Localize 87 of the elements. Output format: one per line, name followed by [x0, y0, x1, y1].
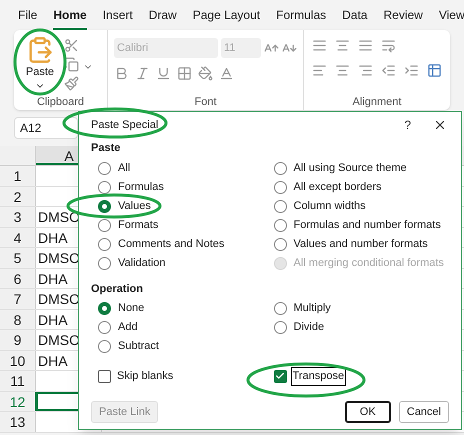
row-header[interactable]: 1: [0, 166, 36, 186]
radio-label: Comments and Notes: [118, 236, 224, 252]
paintbrush-icon[interactable]: [64, 76, 79, 91]
radio-label: All except borders: [294, 180, 382, 195]
name-box[interactable]: A12: [14, 117, 78, 139]
dialog-title: Paste Special: [91, 118, 158, 133]
top-align-icon[interactable]: [312, 38, 327, 53]
radio-label: Validation: [118, 256, 166, 271]
menu-tab[interactable]: Insert: [102, 6, 133, 30]
checkbox[interactable]: [98, 370, 111, 383]
radio-button[interactable]: [274, 218, 286, 232]
row-header[interactable]: 8: [0, 310, 36, 329]
dialog-button[interactable]: Cancel: [398, 401, 449, 423]
radio-button[interactable]: [98, 340, 111, 353]
row-header[interactable]: 10: [0, 350, 36, 370]
indent-increase-icon[interactable]: [404, 63, 419, 78]
paste-button[interactable]: Paste: [20, 36, 60, 90]
row-header[interactable]: 11: [0, 371, 36, 390]
row-header[interactable]: 9: [0, 330, 36, 350]
row-header[interactable]: 5: [0, 248, 36, 268]
underline-icon[interactable]: [156, 66, 171, 81]
row-header[interactable]: 12: [0, 392, 36, 411]
radio-label: Subtract: [118, 339, 159, 354]
indent-decrease-icon[interactable]: [381, 63, 396, 78]
radio-label: Values: [118, 198, 151, 214]
row-header[interactable]: 7: [0, 289, 36, 308]
font-color-icon[interactable]: [218, 66, 234, 81]
borders-icon[interactable]: [176, 66, 192, 81]
radio-label: None: [118, 301, 144, 316]
row-header[interactable]: 3: [0, 207, 36, 226]
highlight-ellipse: [14, 28, 66, 96]
wrap-text-icon[interactable]: [381, 38, 396, 53]
radio-button[interactable]: [274, 180, 286, 194]
radio-label: Formats: [118, 218, 158, 233]
radio-label: Formulas: [118, 180, 164, 195]
radio-label: All using Source theme: [294, 160, 407, 176]
checkbox[interactable]: [274, 370, 286, 383]
row-header[interactable]: 2: [0, 186, 36, 206]
menu-tab[interactable]: Review: [383, 6, 423, 30]
row-header[interactable]: 4: [0, 228, 36, 247]
checkbox-label: Skip blanks: [116, 369, 174, 384]
fill-color-icon[interactable]: [198, 66, 213, 81]
radio-label: Column widths: [294, 198, 366, 214]
radio-button[interactable]: [98, 238, 111, 250]
radio-button[interactable]: [274, 200, 286, 212]
radio-label: Divide: [294, 320, 324, 336]
radio-button[interactable]: [274, 162, 286, 174]
radio-button[interactable]: [98, 218, 111, 232]
radio-label: All: [118, 160, 130, 176]
bottom-align-icon[interactable]: [358, 38, 373, 53]
dialog-button[interactable]: OK: [344, 401, 391, 423]
menu-tab[interactable]: Page Layout: [192, 6, 260, 30]
italic-icon[interactable]: [134, 66, 150, 81]
help-button[interactable]: ?: [404, 116, 411, 134]
radio-label: All merging conditional formats: [294, 256, 444, 271]
radio-button[interactable]: [98, 321, 111, 334]
align-left-icon[interactable]: [312, 63, 327, 78]
radio-button[interactable]: [98, 256, 111, 270]
radio-label: Add: [118, 320, 138, 336]
align-center-icon[interactable]: [335, 63, 350, 78]
checkbox-label: Transpose: [290, 367, 346, 386]
group-label: Font: [193, 94, 218, 110]
radio-label: Values and number formats: [294, 236, 428, 252]
row-header[interactable]: 13: [0, 412, 36, 432]
menu-tab[interactable]: Data: [342, 6, 368, 30]
radio-button[interactable]: [98, 302, 111, 315]
radio-button[interactable]: [98, 200, 111, 212]
radio-label: Formulas and number formats: [294, 218, 441, 233]
radio-label: Multiply: [294, 301, 331, 316]
menu-tab[interactable]: Draw: [148, 6, 177, 30]
radio-button[interactable]: [98, 180, 111, 194]
merge-icon[interactable]: [427, 63, 442, 78]
copy-icon[interactable]: [64, 57, 79, 72]
align-right-icon[interactable]: [358, 63, 373, 78]
group-label: Alignment: [352, 94, 402, 110]
menu-tab[interactable]: Formulas: [276, 6, 326, 30]
radio-button[interactable]: [274, 238, 286, 250]
menu-tab[interactable]: File: [18, 6, 38, 30]
group-label: Clipboard: [36, 94, 86, 110]
check-icon: [275, 371, 285, 382]
cut-icon[interactable]: [64, 38, 79, 53]
radio-button[interactable]: [274, 321, 286, 334]
radio-button[interactable]: [98, 162, 111, 174]
close-icon[interactable]: [433, 118, 447, 132]
radio-button[interactable]: [274, 302, 286, 315]
middle-align-icon[interactable]: [335, 38, 350, 53]
row-header[interactable]: 6: [0, 268, 36, 288]
